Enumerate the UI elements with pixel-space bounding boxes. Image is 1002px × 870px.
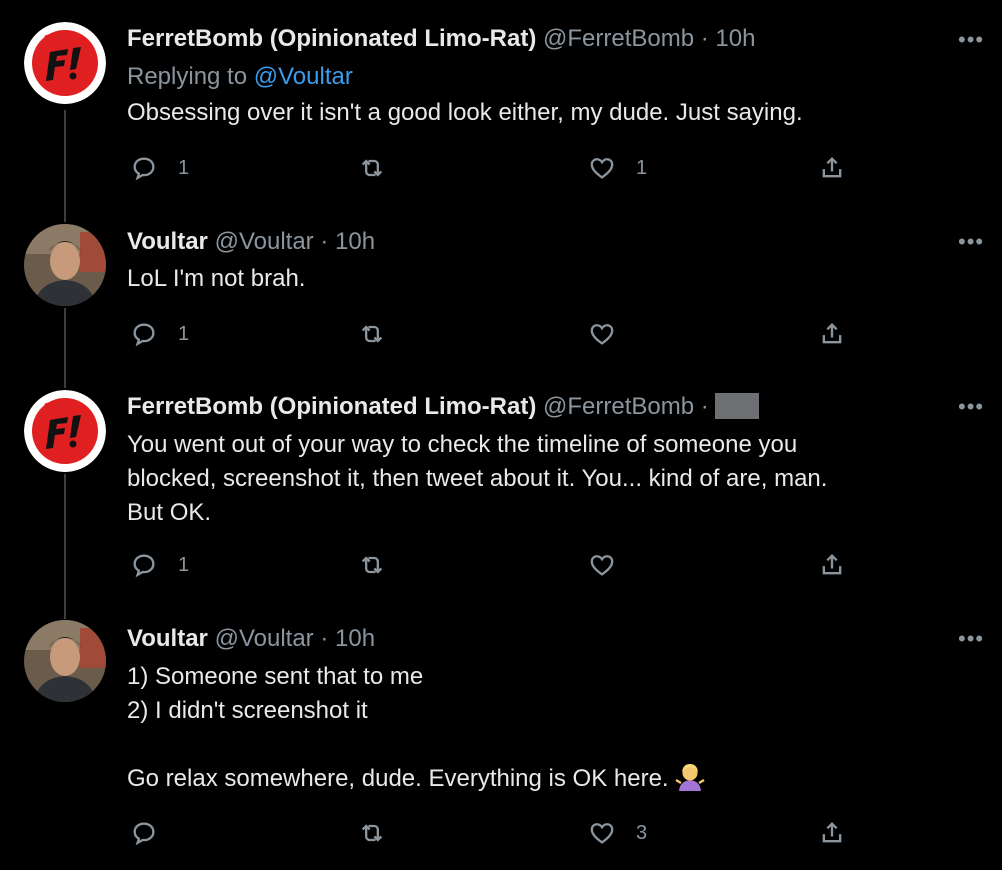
- retweet-icon: [358, 154, 386, 182]
- reply-count: 1: [178, 156, 190, 179]
- timestamp[interactable]: 10h: [335, 625, 375, 652]
- reply-icon: [130, 154, 158, 182]
- heart-icon: [588, 551, 616, 579]
- reply-icon: [130, 551, 158, 579]
- retweet-button[interactable]: [358, 148, 406, 188]
- tweet-header: FerretBomb (Opinionated Limo-Rat) @Ferre…: [127, 24, 755, 54]
- separator-dot: ·: [700, 393, 709, 420]
- like-button[interactable]: 1: [588, 148, 647, 188]
- tweet[interactable]: FerretBomb (Opinionated Limo-Rat) @Ferre…: [0, 380, 1002, 610]
- user-handle[interactable]: @Voultar: [215, 625, 314, 652]
- retweet-icon: [358, 320, 386, 348]
- user-handle[interactable]: @FerretBomb: [543, 25, 694, 52]
- reply-button[interactable]: [130, 813, 178, 853]
- retweet-button[interactable]: [358, 314, 406, 354]
- display-name[interactable]: FerretBomb (Opinionated Limo-Rat): [127, 25, 536, 52]
- display-name[interactable]: Voultar: [127, 228, 208, 255]
- heart-icon: [588, 819, 616, 847]
- reply-button[interactable]: 1: [130, 314, 189, 354]
- profile-photo: [24, 224, 106, 306]
- share-button[interactable]: [818, 148, 846, 188]
- reply-icon: [130, 320, 158, 348]
- display-name[interactable]: FerretBomb (Opinionated Limo-Rat): [127, 393, 536, 420]
- tweet-header: Voultar @Voultar · 10h: [127, 624, 375, 654]
- timestamp[interactable]: 10h: [715, 25, 755, 52]
- retweet-icon: [358, 551, 386, 579]
- tweet-text-content: 1) Someone sent that to me 2) I didn't s…: [127, 663, 669, 792]
- like-button[interactable]: 3: [588, 813, 647, 853]
- retweet-icon: [358, 819, 386, 847]
- more-icon[interactable]: •••: [958, 29, 986, 51]
- retweet-button[interactable]: [358, 813, 406, 853]
- avatar[interactable]: [24, 620, 106, 702]
- avatar[interactable]: [24, 22, 106, 104]
- tweet-text: Obsessing over it isn't a good look eith…: [127, 99, 803, 126]
- more-icon[interactable]: •••: [958, 396, 986, 418]
- share-icon: [818, 320, 846, 348]
- separator-dot: ·: [700, 25, 709, 52]
- tweet-header: Voultar @Voultar · 10h: [127, 227, 375, 257]
- share-icon: [818, 819, 846, 847]
- tweet-actions: 3: [0, 813, 1002, 853]
- like-button[interactable]: [588, 545, 636, 585]
- share-button[interactable]: [818, 545, 846, 585]
- redacted-timestamp: [714, 393, 759, 419]
- retweet-button[interactable]: [358, 545, 406, 585]
- share-button[interactable]: [818, 813, 846, 853]
- more-icon[interactable]: •••: [958, 628, 986, 650]
- person-shrugging-emoji: [675, 762, 705, 792]
- ferretbomb-logo-icon: [24, 22, 106, 104]
- separator-dot: ·: [320, 228, 329, 255]
- tweet-actions: 1: [0, 314, 1002, 354]
- avatar[interactable]: [24, 390, 106, 472]
- tweet-actions: 1 1: [0, 148, 1002, 188]
- display-name[interactable]: Voultar: [127, 625, 208, 652]
- heart-icon: [588, 154, 616, 182]
- tweet-text: 1) Someone sent that to me 2) I didn't s…: [127, 660, 957, 796]
- reply-button[interactable]: 1: [130, 545, 189, 585]
- reply-count: 1: [178, 553, 190, 576]
- reply-icon: [130, 819, 158, 847]
- profile-photo: [24, 620, 106, 702]
- share-icon: [818, 551, 846, 579]
- timestamp[interactable]: 10h: [335, 228, 375, 255]
- like-count: 3: [636, 821, 648, 844]
- more-icon[interactable]: •••: [958, 231, 986, 253]
- share-button[interactable]: [818, 314, 846, 354]
- like-count: 1: [636, 156, 648, 179]
- avatar[interactable]: [24, 224, 106, 306]
- tweet[interactable]: Voultar @Voultar · 10h ••• LoL I'm not b…: [0, 210, 1002, 380]
- tweet-header: FerretBomb (Opinionated Limo-Rat) @Ferre…: [127, 392, 759, 422]
- tweet-actions: 1: [0, 545, 1002, 585]
- like-button[interactable]: [588, 314, 636, 354]
- mention-link[interactable]: @Voultar: [254, 63, 353, 90]
- share-icon: [818, 154, 846, 182]
- replying-to: Replying to @Voultar: [127, 62, 353, 92]
- ferretbomb-logo-icon: [24, 390, 106, 472]
- tweet-text: LoL I'm not brah.: [127, 265, 306, 292]
- reply-count: 1: [178, 322, 190, 345]
- user-handle[interactable]: @FerretBomb: [543, 393, 694, 420]
- user-handle[interactable]: @Voultar: [215, 228, 314, 255]
- tweet[interactable]: Voultar @Voultar · 10h ••• 1) Someone se…: [0, 610, 1002, 870]
- tweet[interactable]: FerretBomb (Opinionated Limo-Rat) @Ferre…: [0, 0, 1002, 210]
- tweet-text: You went out of your way to check the ti…: [127, 431, 828, 526]
- heart-icon: [588, 320, 616, 348]
- separator-dot: ·: [320, 625, 329, 652]
- replying-label: Replying to: [127, 63, 254, 90]
- reply-button[interactable]: 1: [130, 148, 189, 188]
